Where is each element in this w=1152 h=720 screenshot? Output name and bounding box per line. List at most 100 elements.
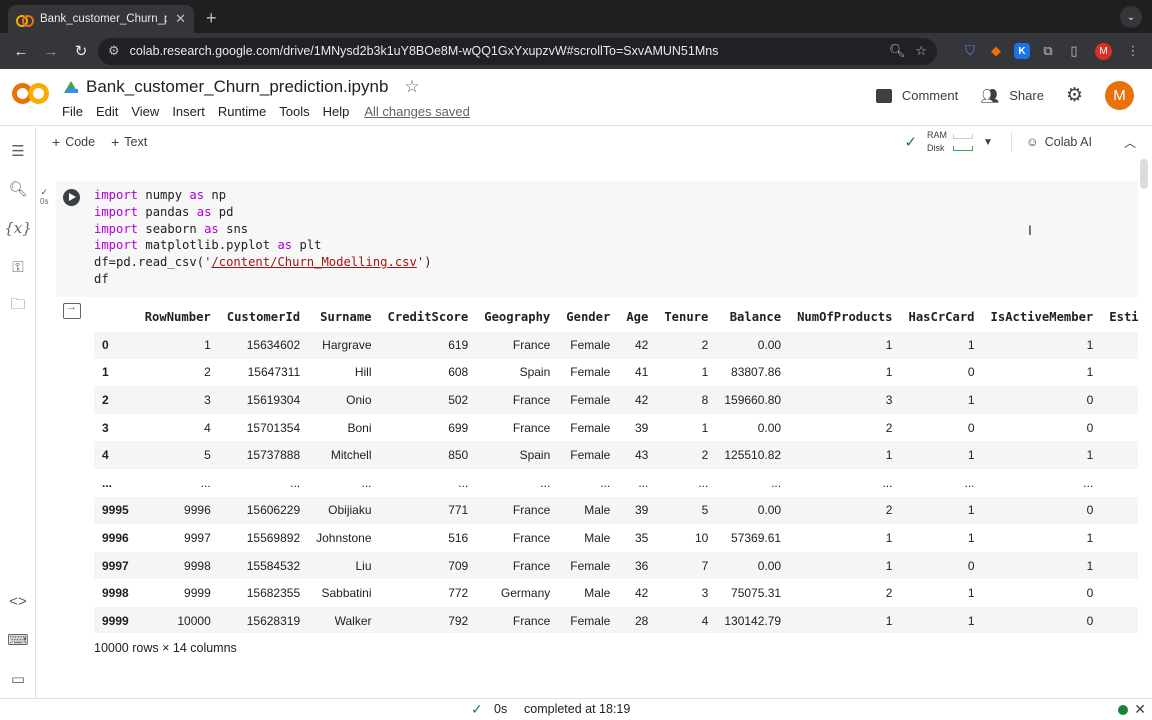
run-cell-button[interactable] (63, 189, 80, 206)
table-cell: 9996 (136, 496, 219, 525)
k-extension-icon[interactable]: K (1014, 43, 1030, 59)
browser-tab-bar: Bank_customer_Churn_predic ✕ + ⌄ (0, 0, 1152, 33)
address-bar[interactable]: ⚙ colab.research.google.com/drive/1MNysd… (98, 37, 937, 65)
resource-monitor[interactable]: RAM Disk (927, 129, 947, 155)
secrets-key-icon[interactable]: ⚿ (8, 257, 28, 277)
menu-view[interactable]: View (131, 104, 159, 119)
table-cell: 2 (656, 441, 717, 469)
column-header: Geography (484, 309, 551, 324)
exec-check-icon: ✓ (40, 187, 48, 197)
terminal-icon[interactable]: ▭ (8, 669, 28, 689)
code-cell[interactable]: import numpy as np import pandas as pd imp… (56, 181, 1138, 297)
settings-gear-icon[interactable]: ⚙ (1066, 84, 1083, 107)
menu-runtime[interactable]: Runtime (218, 104, 266, 119)
code-text: seaborn (138, 221, 205, 236)
row-index-cell: ... (102, 475, 113, 490)
side-panel-icon[interactable]: ▯ (1063, 40, 1085, 62)
back-button[interactable]: ← (8, 38, 34, 64)
table-cell: 1 (900, 441, 983, 469)
table-cell: 28 (618, 606, 657, 633)
save-status-link[interactable]: All changes saved (364, 104, 470, 119)
table-cell: 159660.80 (716, 386, 790, 414)
runtime-dropdown-icon[interactable]: ▼ (983, 137, 993, 148)
people-icon: 👥︎ (980, 87, 1000, 105)
shield-extension-icon[interactable]: ⛉ (959, 40, 981, 62)
table-cell: 1 (900, 496, 983, 525)
table-cell: 0 (982, 606, 1102, 633)
share-button[interactable]: 👥︎ Share (980, 87, 1044, 105)
table-of-contents-icon[interactable]: ☰ (8, 141, 28, 161)
table-row: ....................................... (94, 469, 1138, 497)
menu-help[interactable]: Help (323, 104, 350, 119)
table-cell: 772 (448, 586, 469, 601)
close-status-icon[interactable]: ✕ (1134, 701, 1146, 718)
add-text-button[interactable]: + Text (111, 134, 147, 150)
table-cell: 1 (982, 551, 1102, 580)
files-folder-icon[interactable]: 🗀 (8, 296, 28, 316)
comment-button[interactable]: Comment (875, 88, 958, 103)
table-cell: Spain (476, 441, 559, 469)
code-snippets-icon[interactable]: <> (8, 591, 28, 611)
command-palette-icon[interactable]: ⌨ (7, 630, 29, 650)
user-avatar[interactable]: M (1105, 81, 1134, 110)
table-cell: ... (1083, 475, 1094, 490)
code-editor[interactable]: import numpy as np import pandas as pd imp… (94, 187, 432, 288)
zoom-icon[interactable]: 🔍︎ (889, 43, 906, 59)
dataframe-table: RowNumber CustomerId Surname CreditScore Geo… (94, 303, 1138, 633)
star-notebook-icon[interactable]: ☆ (404, 77, 419, 97)
table-cell: Germany (500, 586, 551, 601)
extensions-puzzle-icon[interactable]: ⧉ (1037, 40, 1059, 62)
comment-icon (875, 88, 892, 103)
fox-extension-icon[interactable]: ◆ (985, 40, 1007, 62)
forward-button[interactable]: → (38, 38, 64, 64)
table-cell: 1 (1086, 365, 1094, 380)
table-row: 1 2 15647311 Hill 608 Spain Female 41 1 83807.86 1… (94, 359, 1138, 387)
colab-ai-label: Colab AI (1044, 135, 1092, 149)
add-code-button[interactable]: + Code (52, 134, 95, 150)
table-cell: 2 (885, 586, 893, 601)
table-cell: 10 (695, 530, 709, 545)
table-cell: ... (638, 475, 649, 490)
variables-icon[interactable]: {x} (4, 218, 32, 238)
table-cell: 4 (204, 420, 211, 435)
table-cell: 36 (618, 551, 657, 580)
browser-profile-avatar[interactable]: M (1095, 42, 1112, 60)
table-row: 9997 9998 15584532 Liu 709 France Female 36 7 0.0… (94, 551, 1138, 580)
browser-menu-icon[interactable]: ⋮ (1122, 40, 1144, 62)
table-cell: ... (600, 475, 611, 490)
tab-search-button[interactable]: ⌄ (1120, 6, 1142, 28)
share-label: Share (1009, 88, 1044, 103)
status-check-icon: ✓ (471, 701, 483, 717)
site-info-icon[interactable]: ⚙ (108, 43, 120, 59)
menu-edit[interactable]: Edit (96, 104, 118, 119)
table-cell: Female (558, 331, 619, 359)
colab-logo[interactable] (12, 81, 50, 107)
table-cell: 15569892 (246, 530, 301, 545)
tab-title: Bank_customer_Churn_predic (40, 13, 167, 25)
row-index-cell: 9995 (94, 496, 137, 525)
close-tab-icon[interactable]: ✕ (175, 11, 186, 27)
table-cell: 5 (656, 496, 717, 525)
add-text-label: Text (124, 134, 148, 149)
new-tab-button[interactable]: + (206, 8, 217, 29)
notebook-scrollbar[interactable] (1140, 159, 1148, 189)
table-cell: 771 (379, 496, 477, 525)
status-bar: ✓ 0s completed at 18:19 ✕ (0, 698, 1152, 720)
table-cell: Liu (308, 551, 380, 580)
notebook-title[interactable]: Bank_customer_Churn_prediction.ipynb (86, 77, 388, 97)
menu-tools[interactable]: Tools (279, 104, 309, 119)
table-cell: 1 (885, 365, 893, 380)
bookmark-star-icon[interactable]: ☆ (915, 43, 927, 59)
menu-file[interactable]: File (62, 104, 83, 119)
table-row: 9998 9999 15682355 Sabbatini 772 Germany Male 4… (94, 579, 1138, 607)
table-cell: ... (361, 475, 372, 490)
reload-button[interactable]: ↻ (68, 38, 94, 64)
search-icon[interactable]: 🔍︎ (8, 179, 28, 199)
table-cell: 5 (136, 441, 219, 469)
table-cell: Johnstone (316, 530, 372, 545)
menu-insert[interactable]: Insert (172, 104, 205, 119)
output-actions-icon[interactable] (63, 301, 81, 319)
colab-ai-button[interactable]: ☺ Colab AI (1010, 132, 1092, 152)
collapse-header-icon[interactable]: ︿ (1124, 134, 1136, 151)
browser-tab[interactable]: Bank_customer_Churn_predic ✕ (8, 5, 194, 33)
